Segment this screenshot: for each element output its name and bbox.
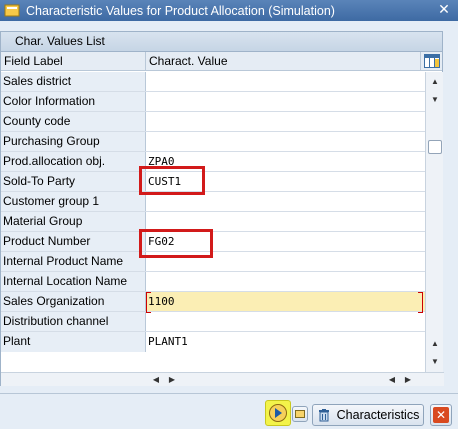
sap-window-icon [4, 3, 20, 18]
scroll-up-icon[interactable]: ▲ [426, 74, 444, 90]
vertical-scrollbar[interactable]: ▲ ▼ ▲ ▼ [425, 72, 443, 372]
row-label: Plant [1, 332, 146, 352]
scroll-left-end-icon[interactable]: ◀ [387, 373, 397, 387]
row-label: Internal Product Name [1, 252, 146, 271]
row-label: Distribution channel [1, 312, 146, 331]
table-row: Material Group [1, 212, 425, 232]
table-row: Product Number FG02 [1, 232, 425, 252]
table-row: Prod.allocation obj. ZPA0 [1, 152, 425, 172]
row-value-input-focused[interactable]: 1100 [146, 292, 425, 313]
window-titlebar: Characteristic Values for Product Alloca… [0, 0, 458, 21]
table-row: Sales Organization 1100 [1, 292, 425, 313]
table-row: Customer group 1 [1, 192, 425, 212]
row-label: County code [1, 112, 146, 131]
row-label: Material Group [1, 212, 146, 231]
cancel-icon: ✕ [433, 407, 449, 423]
scroll-right-end-icon[interactable]: ▶ [403, 373, 413, 387]
row-value-input[interactable] [146, 92, 425, 111]
window-title: Characteristic Values for Product Alloca… [26, 3, 335, 18]
scroll-down-icon[interactable]: ▼ [426, 92, 444, 108]
table-row: Color Information [1, 92, 425, 112]
table-row: Plant PLANT1 [1, 332, 425, 352]
row-value-input[interactable] [146, 112, 425, 131]
toolbar-divider [0, 393, 458, 394]
annotation-box-product-number [139, 229, 213, 258]
row-label: Purchasing Group [1, 132, 146, 151]
table-row: Purchasing Group [1, 132, 425, 152]
values-table: Sales district Color Information County … [1, 72, 425, 352]
scroll-left-icon[interactable]: ◀ [151, 373, 161, 387]
row-value-input[interactable] [146, 312, 425, 331]
row-label: Product Number [1, 232, 146, 251]
scroll-right-icon[interactable]: ▶ [167, 373, 177, 387]
row-label: Customer group 1 [1, 192, 146, 211]
close-window-icon[interactable]: ✕ [436, 2, 452, 18]
table-row: Internal Location Name [1, 272, 425, 292]
trash-icon [317, 408, 331, 422]
table-row: Internal Product Name [1, 252, 425, 272]
row-value-input[interactable]: PLANT1 [146, 332, 425, 352]
char-values-panel: Char. Values List Field Label Charact. V… [0, 31, 444, 386]
toggle-view-icon [295, 410, 305, 418]
table-settings-icon[interactable] [421, 52, 442, 70]
row-label: Sales Organization [1, 292, 146, 311]
execute-button[interactable] [265, 400, 291, 426]
row-value-input[interactable] [146, 272, 425, 291]
table-row: Sales district [1, 72, 425, 92]
dialog-body: Char. Values List Field Label Charact. V… [0, 21, 458, 429]
column-header-field-label[interactable]: Field Label [1, 52, 146, 70]
row-label: Sales district [1, 72, 146, 91]
column-headers: Field Label Charact. Value [1, 52, 442, 71]
annotation-box-sold-to-party [139, 166, 205, 195]
characteristics-label: Characteristics [336, 408, 420, 422]
row-value-input[interactable] [146, 132, 425, 151]
row-label: Color Information [1, 92, 146, 111]
characteristics-button[interactable]: Characteristics [312, 404, 424, 426]
scroll-down-bottom-icon[interactable]: ▼ [426, 354, 444, 370]
table-row: Sold-To Party CUST1 [1, 172, 425, 192]
table-row: County code [1, 112, 425, 132]
row-value-input[interactable] [146, 72, 425, 91]
cancel-button[interactable]: ✕ [430, 404, 452, 426]
execute-icon [269, 404, 287, 422]
scroll-up-bottom-icon[interactable]: ▲ [426, 336, 444, 352]
row-label: Prod.allocation obj. [1, 152, 146, 171]
panel-header: Char. Values List [1, 32, 442, 52]
scrollbar-thumb[interactable] [428, 140, 442, 154]
row-label: Sold-To Party [1, 172, 146, 191]
dialog-toolbar: Characteristics ✕ [0, 393, 458, 429]
row-label: Internal Location Name [1, 272, 146, 291]
column-header-charact-value[interactable]: Charact. Value [146, 52, 421, 70]
horizontal-scrollbar[interactable]: ◀ ▶ ◀ ▶ [1, 372, 444, 386]
table-row: Distribution channel [1, 312, 425, 332]
toggle-view-button[interactable] [292, 406, 308, 422]
